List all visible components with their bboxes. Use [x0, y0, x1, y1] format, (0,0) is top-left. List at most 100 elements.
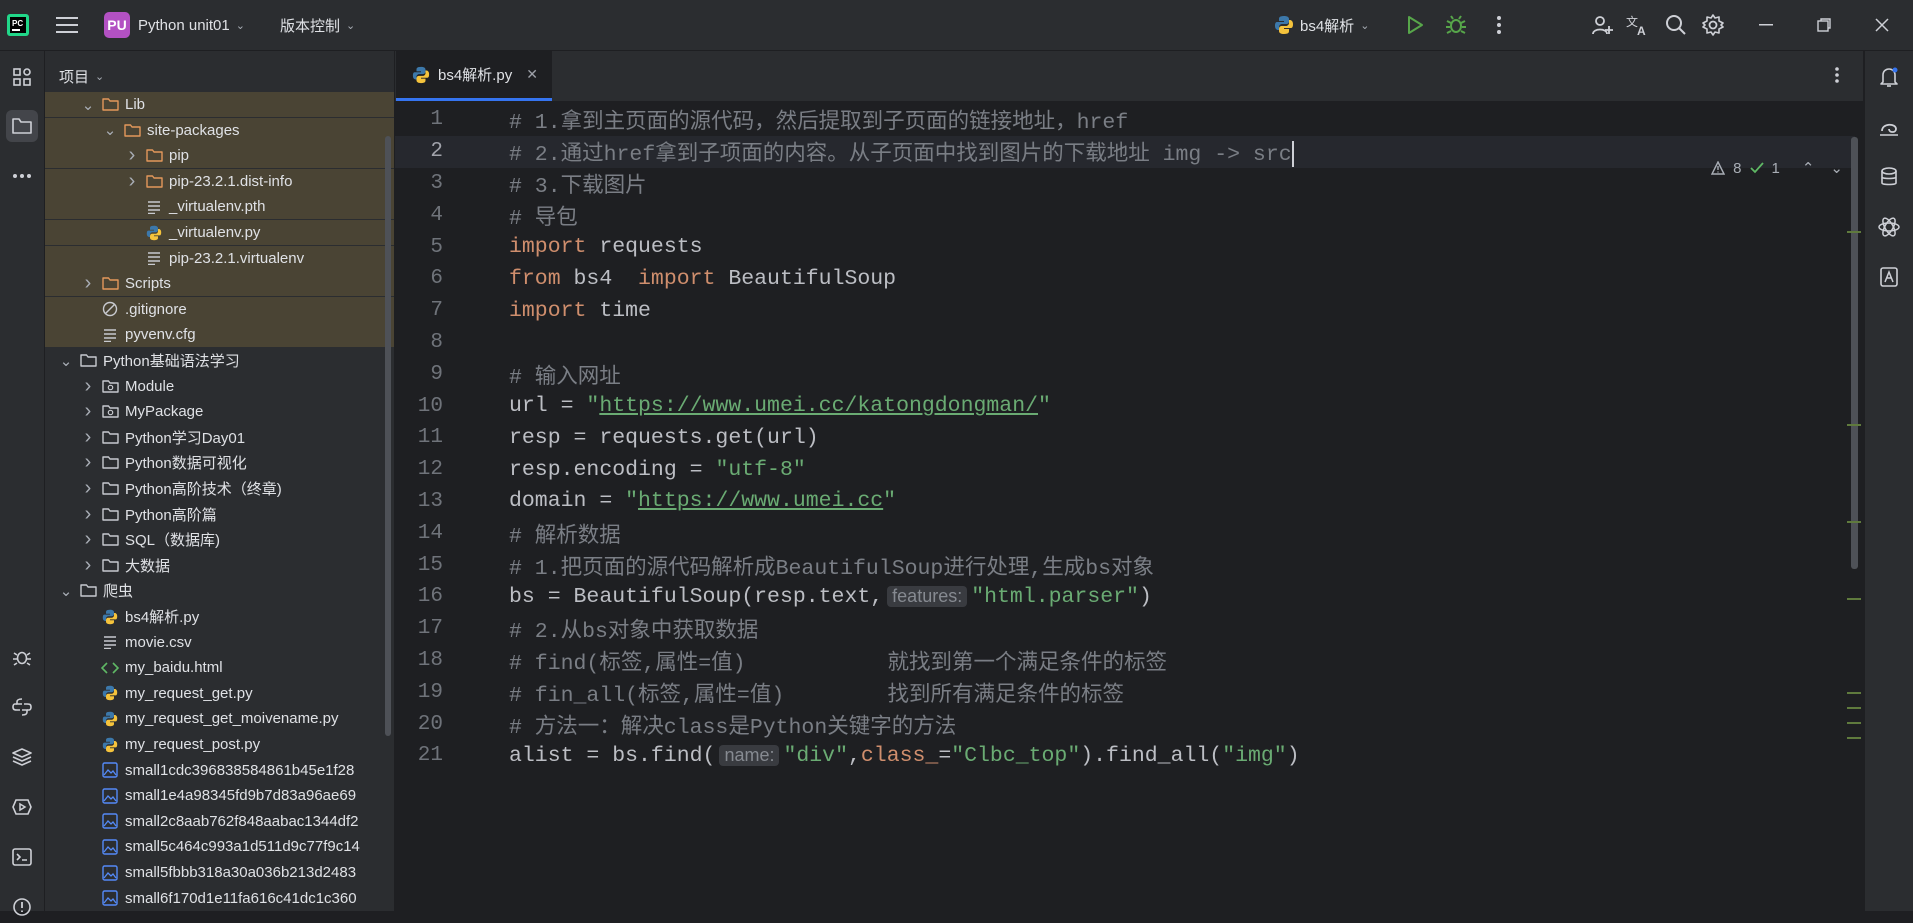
chevron-down-icon[interactable]: ⌄ [81, 96, 95, 114]
chevron-down-icon[interactable]: ⌄ [59, 352, 73, 370]
code-line[interactable]: 9 # 输入网址 [395, 358, 1855, 390]
chevron-right-icon[interactable]: › [81, 400, 95, 423]
structure-icon[interactable] [6, 61, 38, 93]
tree-item[interactable]: › Python高阶技术（终章) [45, 476, 394, 501]
chevron-right-icon[interactable]: › [81, 426, 95, 449]
terminal-icon[interactable] [6, 841, 38, 873]
chevron-right-icon[interactable]: › [81, 272, 95, 295]
code-line[interactable]: 21 alist = bs.find(name: "div",class_="Clb… [395, 740, 1855, 772]
tree-item[interactable]: › Python学习Day01 [45, 425, 394, 450]
chevron-right-icon[interactable]: › [125, 170, 139, 193]
close-icon[interactable]: ✕ [526, 66, 538, 83]
tree-item[interactable]: › Python高阶篇 [45, 502, 394, 527]
project-folder-icon[interactable] [6, 110, 38, 142]
notifications-icon[interactable] [1873, 61, 1905, 93]
more-tools-icon[interactable] [6, 160, 38, 192]
tree-item[interactable]: › SQL（数据库) [45, 527, 394, 552]
project-tree-scrollbar[interactable] [385, 136, 391, 736]
vcs-menu[interactable]: 版本控制 ⌄ [280, 0, 355, 50]
documentation-icon[interactable] [1873, 261, 1905, 293]
code-line[interactable]: 18 # find(标签,属性=值) 就找到第一个满足条件的标签 [395, 645, 1855, 677]
close-icon[interactable] [1866, 9, 1898, 41]
problems-icon[interactable] [6, 891, 38, 923]
tab-options-icon[interactable] [1835, 67, 1839, 83]
code-line[interactable]: 11 resp = requests.get(url) [395, 422, 1855, 454]
run-icon[interactable] [1399, 9, 1431, 41]
layers-icon[interactable] [6, 741, 38, 773]
tree-item[interactable]: › Module [45, 374, 394, 399]
gear-icon[interactable] [1697, 9, 1729, 41]
code-line[interactable]: 2 # 2.通过href拿到子项面的内容。从子页面中找到图片的下载地址 img -… [395, 135, 1855, 168]
tree-item[interactable]: movie.csv [45, 630, 394, 655]
tree-item[interactable]: › pip [45, 143, 394, 169]
tree-item[interactable]: .gitignore [45, 296, 394, 322]
debug-tool-icon[interactable] [6, 641, 38, 673]
tree-item[interactable]: my_request_get.py [45, 681, 394, 706]
code-line[interactable]: 17 # 2.从bs对象中获取数据 [395, 613, 1855, 645]
scientific-mode-icon[interactable] [1873, 211, 1905, 243]
tree-item[interactable]: small1cdc396838584861b45e1f28 [45, 758, 394, 783]
tree-item[interactable]: small6f170d1e11fa616c41dc1c360 [45, 886, 394, 911]
tree-item[interactable]: ⌄ Lib [45, 92, 394, 117]
tree-item[interactable]: small5fbbb318a30a036b213d2483 [45, 860, 394, 885]
code-line[interactable]: 10 url = "https://www.umei.cc/katongdongm… [395, 390, 1855, 422]
chevron-right-icon[interactable]: › [81, 451, 95, 474]
chevron-right-icon[interactable]: › [81, 477, 95, 500]
code-line[interactable]: 3 # 3.下载图片 [395, 168, 1855, 200]
run-config-selector[interactable]: bs4解析 ⌄ [1274, 0, 1369, 50]
code-line[interactable]: 19 # fin_all(标签,属性=值) 找到所有满足条件的标签 [395, 676, 1855, 708]
chevron-down-icon[interactable]: ⌄ [103, 121, 117, 139]
tree-item[interactable]: ⌄ 爬虫 [45, 578, 394, 603]
chevron-down-icon[interactable]: ⌄ [1830, 159, 1843, 177]
code-line[interactable]: 12 resp.encoding = "utf-8" [395, 454, 1855, 486]
code-line[interactable]: 5 import requests [395, 231, 1855, 263]
code-line[interactable]: 6 from bs4 import BeautifulSoup [395, 263, 1855, 295]
chevron-right-icon[interactable]: › [81, 554, 95, 577]
code-line[interactable]: 4 # 导包 [395, 199, 1855, 231]
code-line[interactable]: 16 bs = BeautifulSoup(resp.text, features:… [395, 581, 1855, 613]
project-selector[interactable]: PU Python unit01 ⌄ [104, 0, 245, 50]
editor-scrollbar[interactable] [1851, 137, 1858, 569]
tree-item[interactable]: my_request_get_moivename.py [45, 706, 394, 731]
main-menu-icon[interactable] [56, 0, 78, 50]
chevron-right-icon[interactable]: › [81, 528, 95, 551]
tree-item[interactable]: my_request_post.py [45, 732, 394, 757]
database-icon[interactable] [1873, 161, 1905, 193]
tree-item[interactable]: _virtualenv.pth [45, 194, 394, 220]
tree-item[interactable]: my_baidu.html [45, 655, 394, 680]
tree-item[interactable]: ⌄ site-packages [45, 117, 394, 143]
tree-item[interactable]: › pip-23.2.1.dist-info [45, 168, 394, 194]
python-console-icon[interactable] [6, 691, 38, 723]
tree-item[interactable]: pip-23.2.1.virtualenv [45, 245, 394, 271]
tree-item[interactable]: ⌄ Python基础语法学习 [45, 348, 394, 373]
tree-item[interactable]: pyvenv.cfg [45, 322, 394, 348]
minimize-icon[interactable] [1750, 9, 1782, 41]
editor-tab[interactable]: bs4解析.py ✕ [396, 51, 552, 101]
chevron-right-icon[interactable]: › [81, 375, 95, 398]
translate-icon[interactable]: 文A [1622, 9, 1654, 41]
tree-item[interactable]: small5c464c993a1d511d9c77f9c14 [45, 834, 394, 859]
tree-item[interactable]: _virtualenv.py [45, 220, 394, 245]
more-actions-icon[interactable] [1483, 9, 1515, 41]
inspection-widget[interactable]: 8 1 ⌃ ⌄ [1711, 159, 1843, 177]
restore-icon[interactable] [1808, 9, 1840, 41]
tree-item[interactable]: small1e4a98345fd9b7d83a96ae69 [45, 783, 394, 808]
tree-item[interactable]: › Python数据可视化 [45, 450, 394, 475]
tree-item[interactable]: small2c8aab762f848aabac1344df2 [45, 809, 394, 834]
chevron-right-icon[interactable]: › [125, 144, 139, 167]
chevron-right-icon[interactable]: › [81, 503, 95, 526]
chevron-down-icon[interactable]: ⌄ [59, 582, 73, 600]
search-icon[interactable] [1660, 9, 1692, 41]
ai-assistant-icon[interactable] [1873, 111, 1905, 143]
code-line[interactable]: 1 # 1.拿到主页面的源代码，然后提取到子页面的链接地址，href [395, 104, 1855, 136]
code-line[interactable]: 13 domain = "https://www.umei.cc" [395, 486, 1855, 518]
app-logo-icon[interactable]: PC [6, 0, 30, 50]
code-line[interactable]: 8 [395, 327, 1855, 359]
code-editor[interactable]: 1 # 1.拿到主页面的源代码，然后提取到子页面的链接地址，href 2 # 2.通过… [395, 101, 1863, 911]
tree-item[interactable]: › 大数据 [45, 553, 394, 578]
services-icon[interactable] [6, 791, 38, 823]
code-line[interactable]: 7 import time [395, 295, 1855, 327]
code-line[interactable]: 14 # 解析数据 [395, 517, 1855, 549]
debug-icon[interactable] [1440, 9, 1472, 41]
code-line[interactable]: 15 # 1.把页面的源代码解析成BeautifulSoup进行处理,生成bs对象 [395, 549, 1855, 581]
